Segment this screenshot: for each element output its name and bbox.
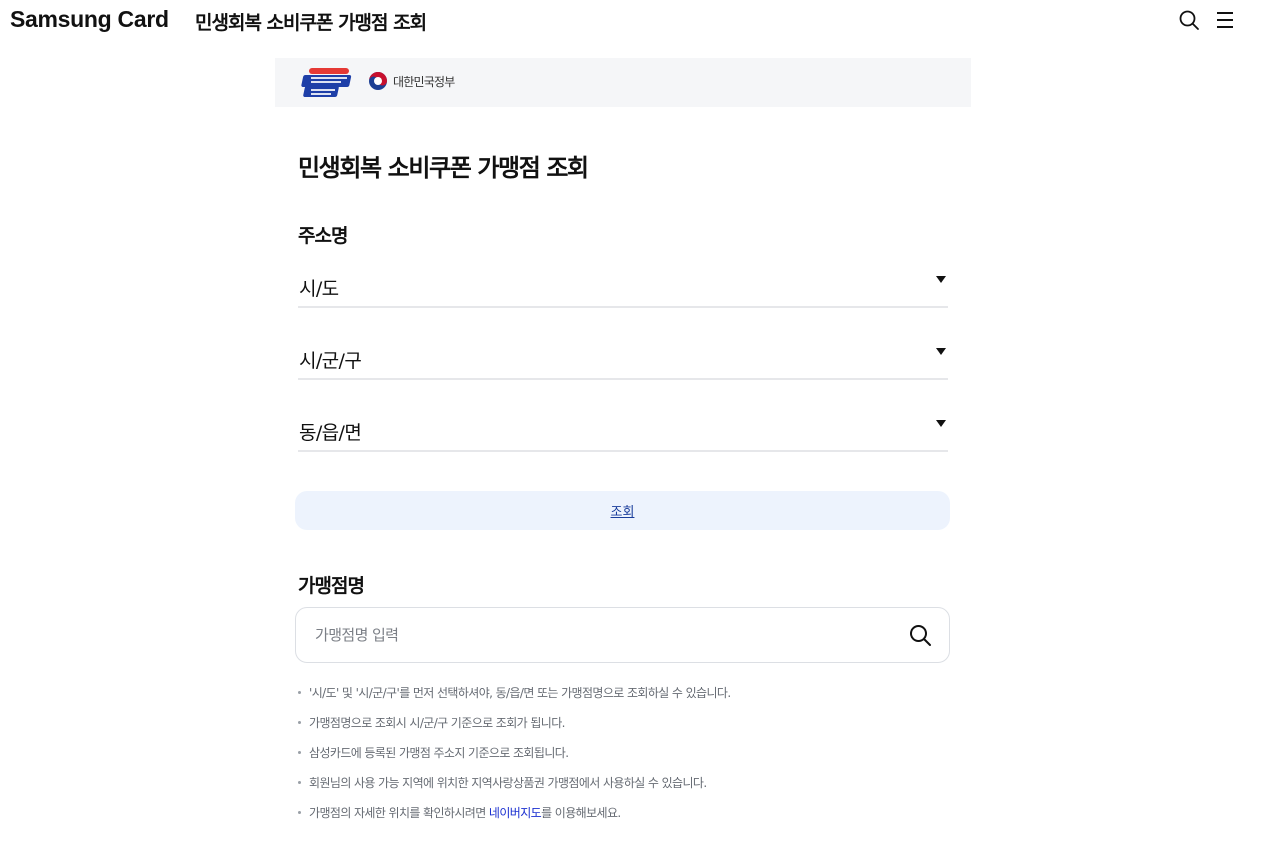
bullet bbox=[298, 691, 301, 694]
bullet bbox=[298, 811, 301, 814]
campaign-logo bbox=[301, 68, 352, 97]
bullet bbox=[298, 751, 301, 754]
caret-down-icon bbox=[936, 420, 946, 427]
dong-select[interactable]: 동/읍/면 bbox=[298, 408, 948, 452]
caret-down-icon bbox=[936, 276, 946, 283]
store-section-title: 가맹점명 bbox=[298, 575, 365, 597]
notice-text: 가맹점명으로 조회시 시/군/구 기준으로 조회가 됩니다. bbox=[309, 716, 565, 730]
sido-select-value: 시/도 bbox=[299, 278, 339, 300]
notice-item: 가맹점의 자세한 위치를 확인하시려면 네이버지도를 이용해보세요. bbox=[298, 803, 958, 833]
sido-select[interactable]: 시/도 bbox=[298, 264, 948, 308]
sigungu-select-value: 시/군/구 bbox=[299, 350, 362, 372]
page-title: 민생회복 소비쿠폰 가맹점 조회 bbox=[298, 154, 589, 182]
notice-text: '시/도' 및 '시/군/구'를 먼저 선택하셔야, 동/읍/면 또는 가맹점명… bbox=[309, 686, 731, 700]
bullet bbox=[298, 781, 301, 784]
taegeuk-emblem-icon bbox=[369, 72, 387, 90]
notice-item: 삼성카드에 등록된 가맹점 주소지 기준으로 조회됩니다. bbox=[298, 743, 958, 773]
samsung-card-logo[interactable]: Samsung Card bbox=[10, 6, 169, 33]
notice-list: '시/도' 및 '시/군/구'를 먼저 선택하셔야, 동/읍/면 또는 가맹점명… bbox=[298, 683, 958, 833]
store-search-box bbox=[295, 607, 950, 663]
naver-map-link[interactable]: 네이버지도 bbox=[489, 806, 542, 820]
notice-text-prefix: 가맹점의 자세한 위치를 확인하시려면 bbox=[309, 806, 489, 820]
store-name-input[interactable] bbox=[315, 623, 885, 647]
notice-item: '시/도' 및 '시/군/구'를 먼저 선택하셔야, 동/읍/면 또는 가맹점명… bbox=[298, 683, 958, 713]
bullet bbox=[298, 721, 301, 724]
notice-item: 가맹점명으로 조회시 시/군/구 기준으로 조회가 됩니다. bbox=[298, 713, 958, 743]
government-name: 대한민국정부 bbox=[393, 75, 455, 89]
query-button[interactable]: 조회 bbox=[295, 491, 950, 530]
notice-text: 삼성카드에 등록된 가맹점 주소지 기준으로 조회됩니다. bbox=[309, 746, 569, 760]
header-title: 민생회복 소비쿠폰 가맹점 조회 bbox=[195, 12, 427, 34]
notice-text: 회원님의 사용 가능 지역에 위치한 지역사랑상품권 가맹점에서 사용하실 수 … bbox=[309, 776, 707, 790]
address-section-title: 주소명 bbox=[298, 225, 348, 247]
notice-item: 회원님의 사용 가능 지역에 위치한 지역사랑상품권 가맹점에서 사용하실 수 … bbox=[298, 773, 958, 803]
caret-down-icon bbox=[936, 348, 946, 355]
dong-select-value: 동/읍/면 bbox=[299, 422, 362, 444]
search-icon[interactable] bbox=[1177, 8, 1201, 32]
sigungu-select[interactable]: 시/군/구 bbox=[298, 336, 948, 380]
search-icon[interactable] bbox=[908, 623, 933, 648]
menu-icon[interactable] bbox=[1214, 9, 1236, 31]
global-header: Samsung Card 민생회복 소비쿠폰 가맹점 조회 bbox=[0, 0, 1265, 42]
campaign-banner: 대한민국정부 bbox=[275, 58, 971, 107]
notice-text-suffix: 를 이용해보세요. bbox=[541, 806, 621, 820]
